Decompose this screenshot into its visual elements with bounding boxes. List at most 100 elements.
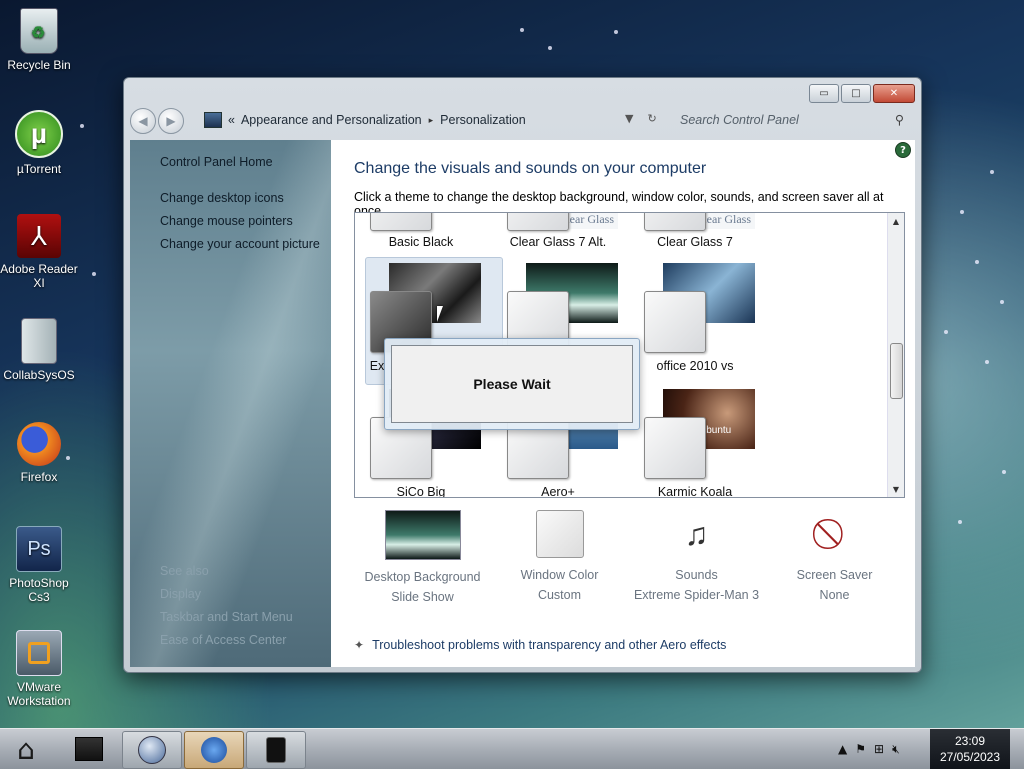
desktop-icon-firefox[interactable]: Firefox [0, 422, 78, 484]
troubleshoot-icon: ✦ [354, 638, 365, 652]
setting-title: Desktop Background [364, 570, 481, 584]
window-color-swatch [535, 510, 584, 558]
scroll-up-arrow-icon[interactable]: ▲ [888, 213, 904, 229]
address-bar[interactable]: « Appearance and Personalization ▸ Perso… [204, 109, 644, 131]
search-box[interactable]: Search Control Panel ⚲ [670, 109, 910, 131]
page-title: Change the visuals and sounds on your co… [354, 160, 707, 177]
desktop-icon-collabsysos[interactable]: CollabSysOS [0, 318, 78, 382]
address-tools: ▼ ↻ [625, 112, 657, 125]
setting-title: Window Color [520, 568, 599, 582]
photoshop-icon: Ps [16, 526, 62, 572]
vmware-icon [16, 630, 62, 676]
network-icon[interactable]: ⊞ [874, 742, 884, 756]
desktop-icon-utorrent[interactable]: µ µTorrent [0, 110, 78, 176]
breadcrumb-separator[interactable]: ▸ [429, 115, 434, 126]
dropdown-arrow-icon[interactable]: ▼ [625, 112, 633, 125]
desktop-icon-label: µTorrent [16, 162, 62, 176]
ease-of-access-link[interactable]: Ease of Access Center [160, 633, 286, 647]
control-panel-home-link[interactable]: Control Panel Home [160, 155, 273, 169]
system-tray: ▲ ⚑ ⊞ 🔇︎ [832, 731, 930, 767]
firefox-icon [17, 422, 61, 466]
navigation-bar: ◀ ▶ « Appearance and Personalization ▸ P… [130, 106, 913, 136]
taskbar-uc-browser-button[interactable] [184, 731, 244, 769]
theme-label: Clear Glass 7 Alt. [509, 235, 607, 249]
troubleshoot-link[interactable]: ✦ Troubleshoot problems with transparenc… [354, 638, 726, 652]
maximize-button[interactable]: □ [841, 84, 871, 103]
setting-value: Slide Show [391, 590, 454, 604]
desktop-icon-adobe-reader[interactable]: ⅄ Adobe Reader XI [0, 214, 78, 290]
home-button[interactable]: ⌂ [0, 731, 52, 767]
taskbar-clock[interactable]: 23:09 27/05/2023 [930, 729, 1010, 769]
scrollbar-thumb[interactable] [890, 343, 903, 399]
taskbar: ⌂ ▲ ⚑ ⊞ 🔇︎ 23:09 27/05/2023 [0, 728, 1024, 769]
theme-color-swatch [644, 291, 706, 353]
theme-list-scrollbar[interactable]: ▲ ▼ [887, 213, 904, 497]
desktop-icon-vmware[interactable]: VMware Workstation [0, 630, 78, 708]
desktop-icon-label: VMware Workstation [7, 680, 71, 708]
home-icon: ⌂ [17, 732, 35, 766]
search-icon[interactable]: ⚲ [895, 112, 904, 127]
theme-label: Karmic Koala [657, 485, 733, 498]
breadcrumb-personalization[interactable]: Personalization [440, 113, 525, 127]
taskbar-control-panel-button[interactable] [122, 731, 182, 769]
theme-label: SiCo Big [396, 485, 446, 498]
help-icon[interactable]: ? [895, 142, 911, 158]
theme-karmic-koala[interactable]: Ubuntu Karmic Koala [629, 389, 761, 498]
desktop-icon-label: Firefox [20, 470, 58, 484]
setting-title: Screen Saver [796, 568, 873, 582]
change-account-picture-link[interactable]: Change your account picture [160, 237, 320, 251]
desktop-icon-recycle-bin[interactable]: ♻ Recycle Bin [0, 8, 78, 72]
caption-buttons: ▭ □ ✕ [809, 84, 915, 103]
display-link[interactable]: Display [160, 587, 201, 601]
troubleshoot-text: Troubleshoot problems with transparency … [372, 638, 727, 652]
desktop-icon-label: Adobe Reader XI [0, 262, 78, 290]
windows-orb-icon [138, 736, 166, 764]
breadcrumb-prefix[interactable]: « [228, 113, 235, 127]
refresh-icon[interactable]: ↻ [647, 112, 656, 125]
setting-title: Sounds [675, 568, 718, 582]
theme-color-swatch [644, 213, 706, 231]
breadcrumb-appearance[interactable]: Appearance and Personalization [241, 113, 422, 127]
control-panel-icon [204, 112, 222, 128]
show-hidden-icons-icon[interactable]: ▲ [838, 742, 847, 756]
theme-label: Basic Black [388, 235, 454, 249]
setting-value: Extreme Spider-Man 3 [633, 588, 760, 602]
app-icon [266, 737, 286, 763]
change-desktop-icons-link[interactable]: Change desktop icons [160, 191, 284, 205]
sounds-setting[interactable]: ♫ Sounds Extreme Spider-Man 3 [628, 504, 765, 602]
taskbar-start-menu-link[interactable]: Taskbar and Start Menu [160, 610, 293, 624]
setting-value: Custom [537, 588, 582, 602]
folder-icon [21, 318, 57, 364]
search-placeholder: Search Control Panel [680, 113, 799, 127]
theme-office-2010-vs[interactable]: office 2010 vs [629, 263, 761, 383]
desktop-icon-label: Recycle Bin [7, 58, 71, 72]
scroll-down-arrow-icon[interactable]: ▼ [888, 481, 904, 497]
minimize-button[interactable]: ▭ [809, 84, 839, 103]
close-button[interactable]: ✕ [873, 84, 915, 103]
back-button[interactable]: ◀ [130, 108, 156, 134]
theme-settings-row: Desktop Background Slide Show Window Col… [354, 504, 903, 614]
volume-muted-icon[interactable]: 🔇︎ [892, 742, 900, 757]
screen-saver-icon: ⃠ [811, 510, 859, 558]
forward-button[interactable]: ▶ [158, 108, 184, 134]
change-mouse-pointers-link[interactable]: Change mouse pointers [160, 214, 293, 228]
recycle-bin-icon: ♻ [20, 8, 58, 54]
window-color-setting[interactable]: Window Color Custom [491, 504, 628, 602]
setting-value: None [819, 588, 850, 602]
desktop-icon-photoshop[interactable]: Ps PhotoShop Cs3 [0, 526, 78, 604]
desktop-background-setting[interactable]: Desktop Background Slide Show [354, 504, 491, 604]
taskbar-explorer-button[interactable] [60, 731, 118, 767]
action-center-flag-icon[interactable]: ⚑ [855, 742, 866, 756]
theme-color-swatch [370, 213, 432, 231]
screen-saver-setting[interactable]: ⃠ Screen Saver None [766, 504, 903, 602]
mouse-cursor-icon [437, 306, 443, 322]
desktop-background-thumbnail [384, 510, 461, 560]
see-also-heading: See also [160, 564, 209, 578]
uc-browser-icon [201, 737, 227, 763]
please-wait-dialog: Please Wait [384, 338, 640, 430]
theme-label: Aero+ [541, 485, 575, 498]
theme-color-swatch [507, 213, 569, 231]
utorrent-icon: µ [15, 110, 63, 158]
explorer-icon [75, 737, 103, 761]
taskbar-app-button[interactable] [246, 731, 306, 769]
